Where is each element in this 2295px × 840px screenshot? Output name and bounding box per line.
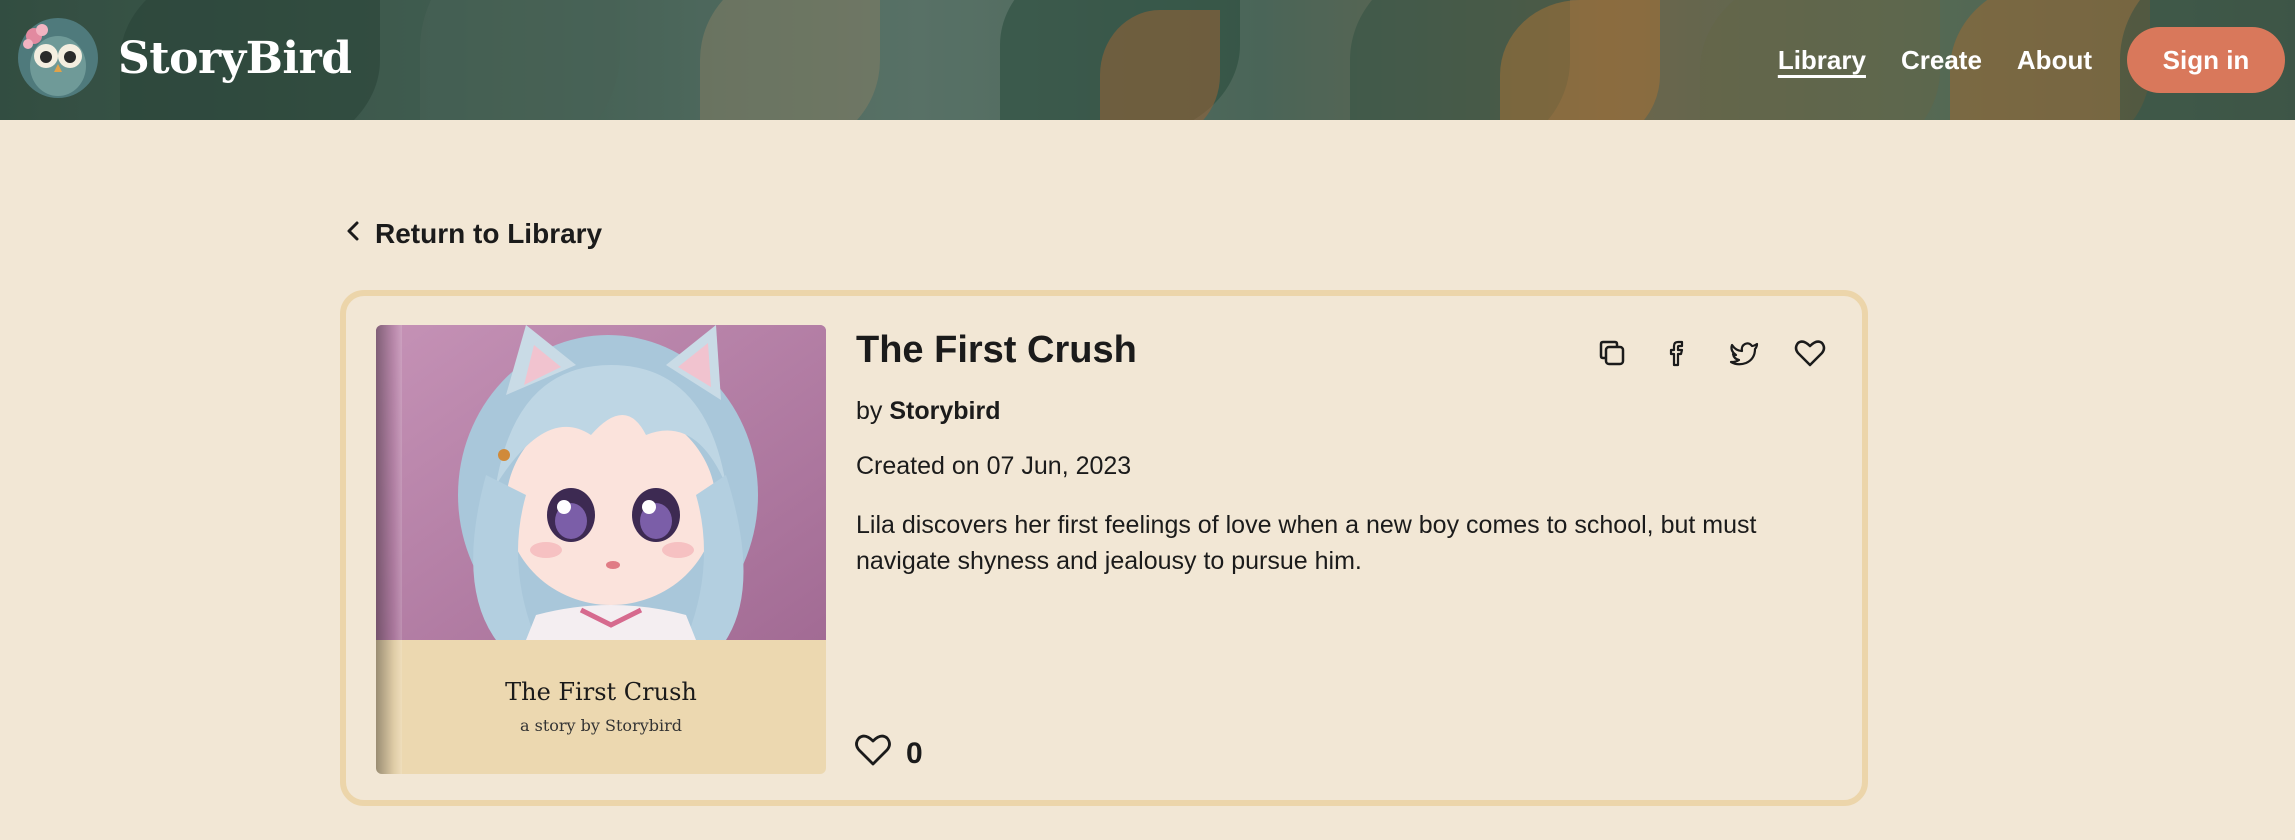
brand-name: StoryBird [118,32,352,84]
cover-label: The First Crush a story by Storybird [376,640,826,774]
logo[interactable]: StoryBird [14,14,352,102]
facebook-icon[interactable] [1660,335,1696,371]
cover-title: The First Crush [505,678,697,706]
owl-logo-icon [14,14,102,102]
cover-subtitle: a story by Storybird [520,716,682,735]
like-counter: 0 [854,733,923,775]
site-header: StoryBird Library Create About Sign in [0,0,2295,120]
created-date: Created on 07 Jun, 2023 [856,452,1132,480]
copy-icon[interactable] [1594,335,1630,371]
heart-icon[interactable] [1792,335,1828,371]
story-byline: by Storybird [856,397,1836,426]
twitter-icon[interactable] [1726,335,1762,371]
nav-create[interactable]: Create [1901,45,1982,76]
cover-illustration [376,325,826,640]
nav-library[interactable]: Library [1778,45,1866,76]
cover-spine [376,325,402,774]
story-cover[interactable]: The First Crush a story by Storybird [376,325,826,774]
main-nav: Library Create About Sign in [1778,27,2285,93]
story-actions [1594,335,1828,371]
signin-button[interactable]: Sign in [2127,27,2285,93]
like-heart-icon[interactable] [854,733,892,775]
story-author[interactable]: Storybird [889,397,1000,425]
nav-about[interactable]: About [2017,45,2092,76]
return-to-library-link[interactable]: Return to Library [345,218,602,250]
chevron-left-icon [345,218,361,250]
like-count: 0 [906,737,923,770]
by-prefix: by [856,397,883,425]
story-description: Lila discovers her first feelings of lov… [856,511,1757,575]
return-label: Return to Library [375,218,603,249]
